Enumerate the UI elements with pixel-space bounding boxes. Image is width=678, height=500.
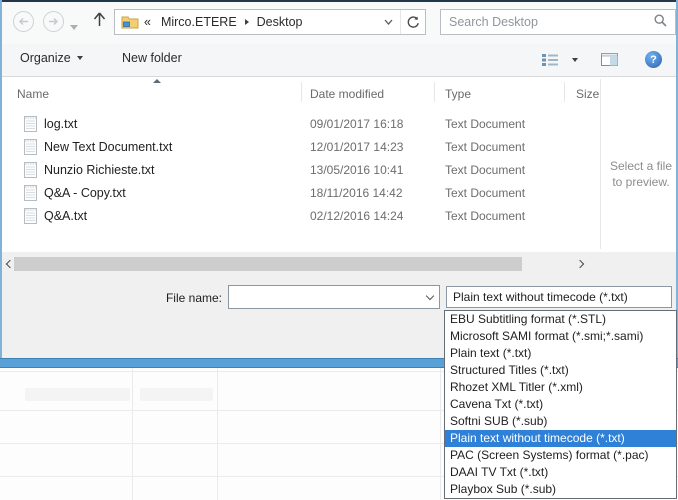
file-list-pane: Name Date modified Type Size log.txt 09/… [2,77,676,252]
file-name-label: File name: [102,291,222,305]
file-row[interactable]: New Text Document.txt 12/01/2017 14:23 T… [2,136,600,159]
file-name-combobox[interactable] [228,285,440,309]
file-date-modified-text: 09/01/2017 16:18 [310,117,403,131]
file-type-option[interactable]: Softni SUB (*.sub) [445,413,676,430]
file-type-option[interactable]: EBU Subtitling format (*.STL) [445,311,676,328]
file-rows: log.txt 09/01/2017 16:18 Text Document N… [2,113,600,228]
column-header-date-modified[interactable]: Date modified [310,87,384,101]
forward-button[interactable] [43,11,64,32]
search-input[interactable] [441,15,646,29]
window-border-top [0,0,678,2]
text-file-icon [24,185,37,204]
text-file-icon [24,139,37,158]
file-date-modified-text: 18/11/2016 14:42 [310,186,403,200]
change-view-icon[interactable] [542,53,558,66]
search-box[interactable] [440,9,676,35]
file-name-dropdown-icon[interactable] [421,296,439,299]
file-type-option[interactable]: DAAI TV Txt (*.txt) [445,464,676,481]
file-type-option[interactable]: Rhozet XML Titler (*.xml) [445,379,676,396]
back-button[interactable] [13,11,34,32]
text-file-icon [24,162,37,181]
window-border-left [0,0,2,368]
grid-vline [132,368,133,500]
file-date-modified-text: 02/12/2016 14:24 [310,209,403,223]
breadcrumb-item-user[interactable]: Mirco.ETERE [156,15,242,29]
organize-button[interactable]: Organize [20,51,83,65]
file-name-input[interactable] [229,290,421,304]
file-type-option[interactable]: Cavena Txt (*.txt) [445,396,676,413]
grid-vline [217,368,218,500]
file-type-text: Text Document [445,186,525,200]
file-date-modified-text: 12/01/2017 14:23 [310,140,403,154]
open-file-dialog: « Mirco.ETERE Desktop [0,0,678,500]
scroll-right-icon[interactable] [576,259,586,269]
preview-pane-icon[interactable] [601,53,618,66]
up-button[interactable] [92,11,107,31]
file-type-text: Text Document [445,209,525,223]
grid-cell-highlight [140,388,213,401]
column-separator[interactable] [434,82,435,102]
new-folder-label: New folder [122,51,182,65]
chevron-down-icon [77,56,83,60]
grid-vline [440,368,441,500]
new-folder-button[interactable]: New folder [122,51,182,65]
address-bar[interactable]: « Mirco.ETERE Desktop [114,9,426,35]
file-type-text: Text Document [445,140,525,154]
file-name-text: Q&A - Copy.txt [44,186,126,200]
preview-pane-divider [600,79,601,249]
file-type-option[interactable]: Plain text (*.txt) [445,345,676,362]
file-row[interactable]: log.txt 09/01/2017 16:18 Text Document [2,113,600,136]
column-separator[interactable] [564,82,565,102]
text-file-icon [24,208,37,227]
address-dropdown-icon[interactable] [376,10,400,34]
search-icon[interactable] [654,14,667,30]
file-type-text: Text Document [445,117,525,131]
file-row[interactable]: Q&A - Copy.txt 18/11/2016 14:42 Text Doc… [2,182,600,205]
help-icon[interactable]: ? [645,51,662,68]
breadcrumb-overflow[interactable]: « [139,15,156,29]
file-type-option[interactable]: Playbox Sub (*.sub) [445,481,676,498]
recent-locations-icon[interactable] [70,19,78,33]
column-header-size[interactable]: Size [576,87,599,101]
horizontal-scrollbar-thumb[interactable] [14,257,522,271]
scroll-left-icon[interactable] [4,259,14,269]
breadcrumb-separator-icon[interactable] [245,19,249,25]
sort-ascending-icon [153,79,161,83]
text-file-icon [24,116,37,135]
preview-message: Select a file to preview. [604,158,678,190]
file-row[interactable]: Q&A.txt 02/12/2016 14:24 Text Document [2,205,600,228]
file-name-text: log.txt [44,117,77,131]
file-type-option[interactable]: Structured Titles (*.txt) [445,362,676,379]
command-bar: Organize New folder [2,44,676,77]
file-type-listbox: EBU Subtitling format (*.STL)Microsoft S… [444,310,677,499]
column-separator[interactable] [301,82,302,102]
column-header-type[interactable]: Type [445,87,471,101]
file-type-option[interactable]: PAC (Screen Systems) format (*.pac) [445,447,676,464]
file-name-text: Nunzio Richieste.txt [44,163,154,177]
file-row[interactable]: Nunzio Richieste.txt 13/05/2016 10:41 Te… [2,159,600,182]
refresh-icon[interactable] [400,10,425,34]
grid-cell-highlight [25,388,130,401]
organize-label: Organize [20,51,71,65]
folder-icon [121,15,139,29]
navigation-toolbar: « Mirco.ETERE Desktop [2,2,676,44]
file-type-option[interactable]: Plain text without timecode (*.txt) [445,430,676,447]
file-type-option[interactable]: Microsoft SAMI format (*.smi;*.sami) [445,328,676,345]
file-name-text: New Text Document.txt [44,140,172,154]
breadcrumb-item-desktop[interactable]: Desktop [252,15,308,29]
file-name-text: Q&A.txt [44,209,87,223]
file-date-modified-text: 13/05/2016 10:41 [310,163,403,177]
file-type-combobox[interactable]: Plain text without timecode (*.txt) [446,286,672,308]
file-type-text: Text Document [445,163,525,177]
column-header-name[interactable]: Name [17,87,49,101]
address-bar-tools [376,10,425,34]
view-dropdown-icon[interactable] [572,58,578,62]
